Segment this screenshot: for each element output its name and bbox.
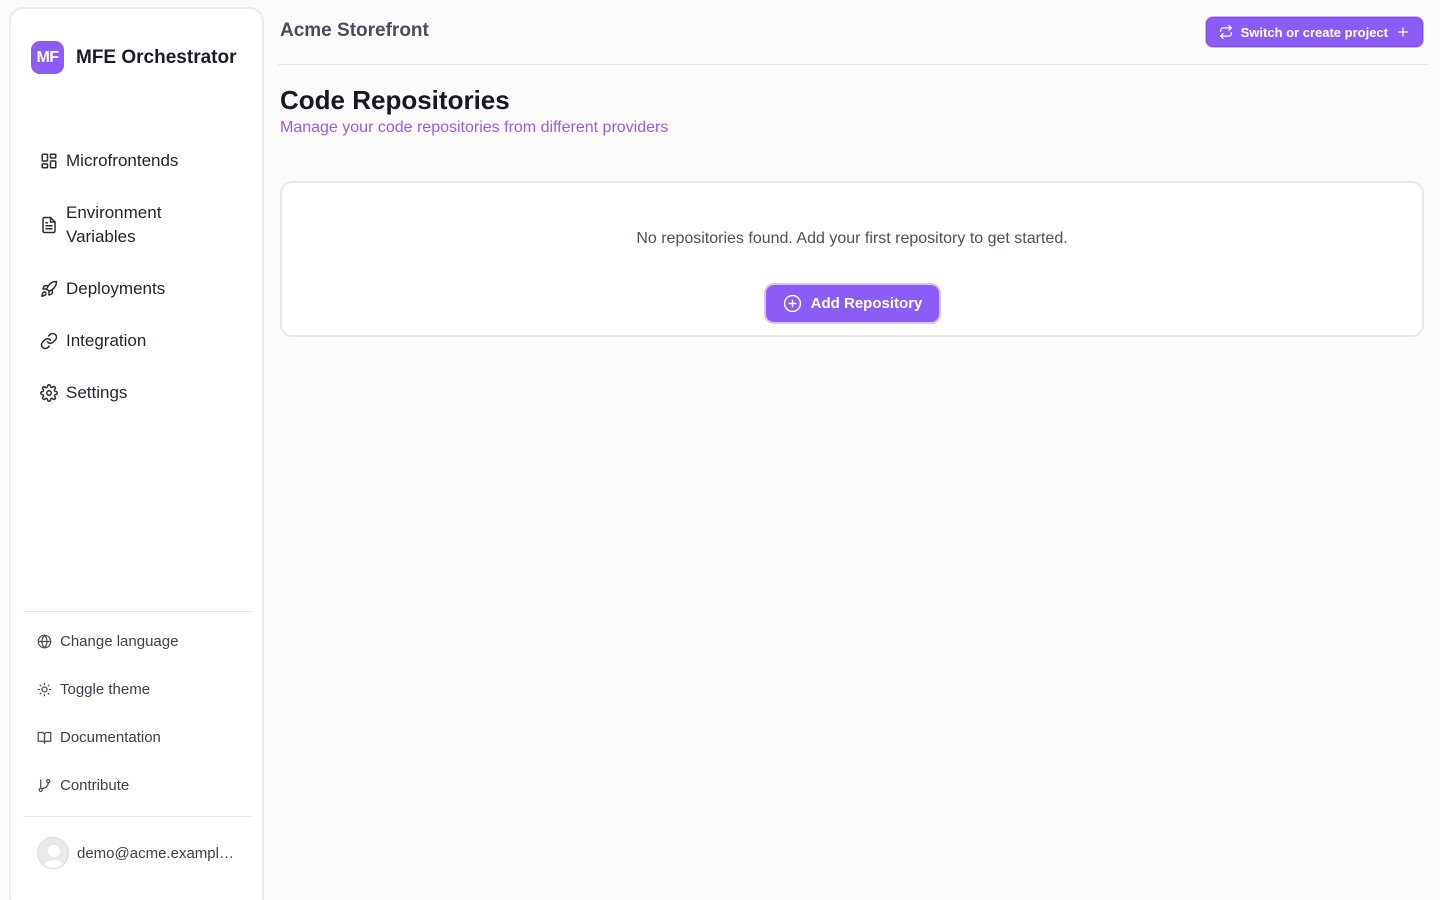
rocket-icon [41, 280, 58, 297]
repeat-icon [1219, 25, 1232, 39]
toggle-theme-button[interactable]: Toggle theme [37, 681, 150, 698]
util-label: Toggle theme [60, 681, 151, 698]
git-branch-icon [38, 778, 51, 793]
sidebar-item-label: Settings [66, 383, 128, 402]
link-icon [40, 332, 58, 350]
empty-state-message: No repositories found. Add your first re… [636, 230, 1068, 247]
switch-project-button[interactable]: Switch or create project [1205, 17, 1423, 47]
project-name: Acme Storefront [280, 20, 429, 41]
util-label: Contribute [60, 777, 130, 794]
sun-icon [37, 682, 52, 697]
user-menu[interactable]: demo@acme.example.com [37, 837, 237, 869]
sidebar-item-integration[interactable]: Integration [40, 329, 146, 353]
top-header: Acme Storefront Switch or create project [278, 0, 1428, 65]
sidebar: MF MFE Orchestrator Microfrontends Envir… [9, 7, 264, 900]
sidebar-item-label: Deployments [66, 279, 166, 298]
app-root: MF MFE Orchestrator Microfrontends Envir… [0, 0, 1440, 900]
documentation-link[interactable]: Documentation [37, 729, 161, 746]
sidebar-divider [23, 816, 252, 817]
sidebar-item-label: Integration [66, 331, 147, 350]
sidebar-item-deployments[interactable]: Deployments [40, 277, 165, 301]
empty-state-card: No repositories found. Add your first re… [280, 181, 1424, 337]
sidebar-divider [23, 611, 252, 612]
brand-logo: MF [31, 41, 64, 74]
user-icon [42, 845, 66, 868]
util-label: Documentation [60, 729, 161, 746]
sidebar-item-environment-variables[interactable]: Environment Variables [40, 201, 200, 249]
sidebar-item-label: Environment Variables [66, 203, 162, 246]
contribute-link[interactable]: Contribute [37, 777, 129, 794]
util-label: Change language [60, 633, 179, 650]
file-text-icon [42, 216, 56, 234]
gear-icon [40, 384, 58, 402]
sidebar-item-label: Microfrontends [66, 151, 179, 170]
page-title: Code Repositories [280, 85, 510, 115]
sidebar-item-settings[interactable]: Settings [40, 381, 127, 405]
book-icon [37, 731, 52, 744]
grid-icon [41, 153, 57, 169]
change-language-button[interactable]: Change language [37, 633, 178, 650]
add-repository-label: Add Repository [810, 295, 923, 312]
brand[interactable]: MF MFE Orchestrator [31, 41, 236, 74]
plus-icon [1398, 27, 1408, 37]
plus-circle-icon [783, 294, 801, 313]
add-repository-button[interactable]: Add Repository [766, 285, 939, 322]
brand-name: MFE Orchestrator [76, 46, 237, 68]
page-subtitle: Manage your code repositories from diffe… [280, 119, 669, 136]
globe-icon [37, 634, 52, 649]
user-email: demo@acme.example.com [77, 844, 237, 862]
switch-project-label: Switch or create project [1240, 24, 1388, 40]
avatar [37, 837, 69, 869]
sidebar-item-microfrontends[interactable]: Microfrontends [40, 149, 178, 173]
